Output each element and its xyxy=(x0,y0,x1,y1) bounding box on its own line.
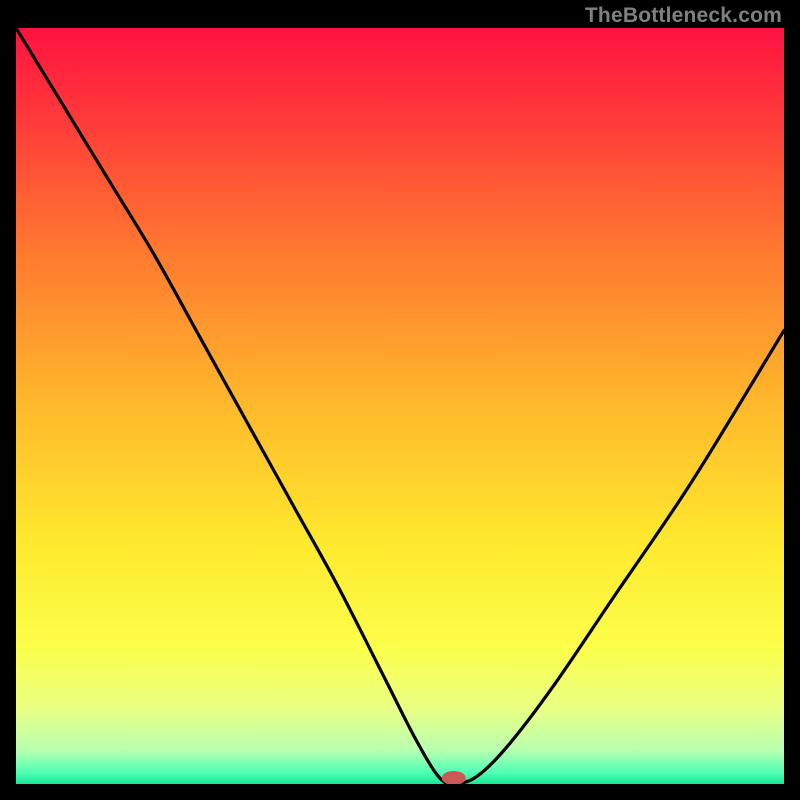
bottleneck-chart xyxy=(16,28,784,784)
chart-plot xyxy=(16,28,784,784)
watermark-label: TheBottleneck.com xyxy=(585,4,782,28)
chart-frame: TheBottleneck.com xyxy=(0,0,800,800)
gradient-background xyxy=(16,28,784,784)
